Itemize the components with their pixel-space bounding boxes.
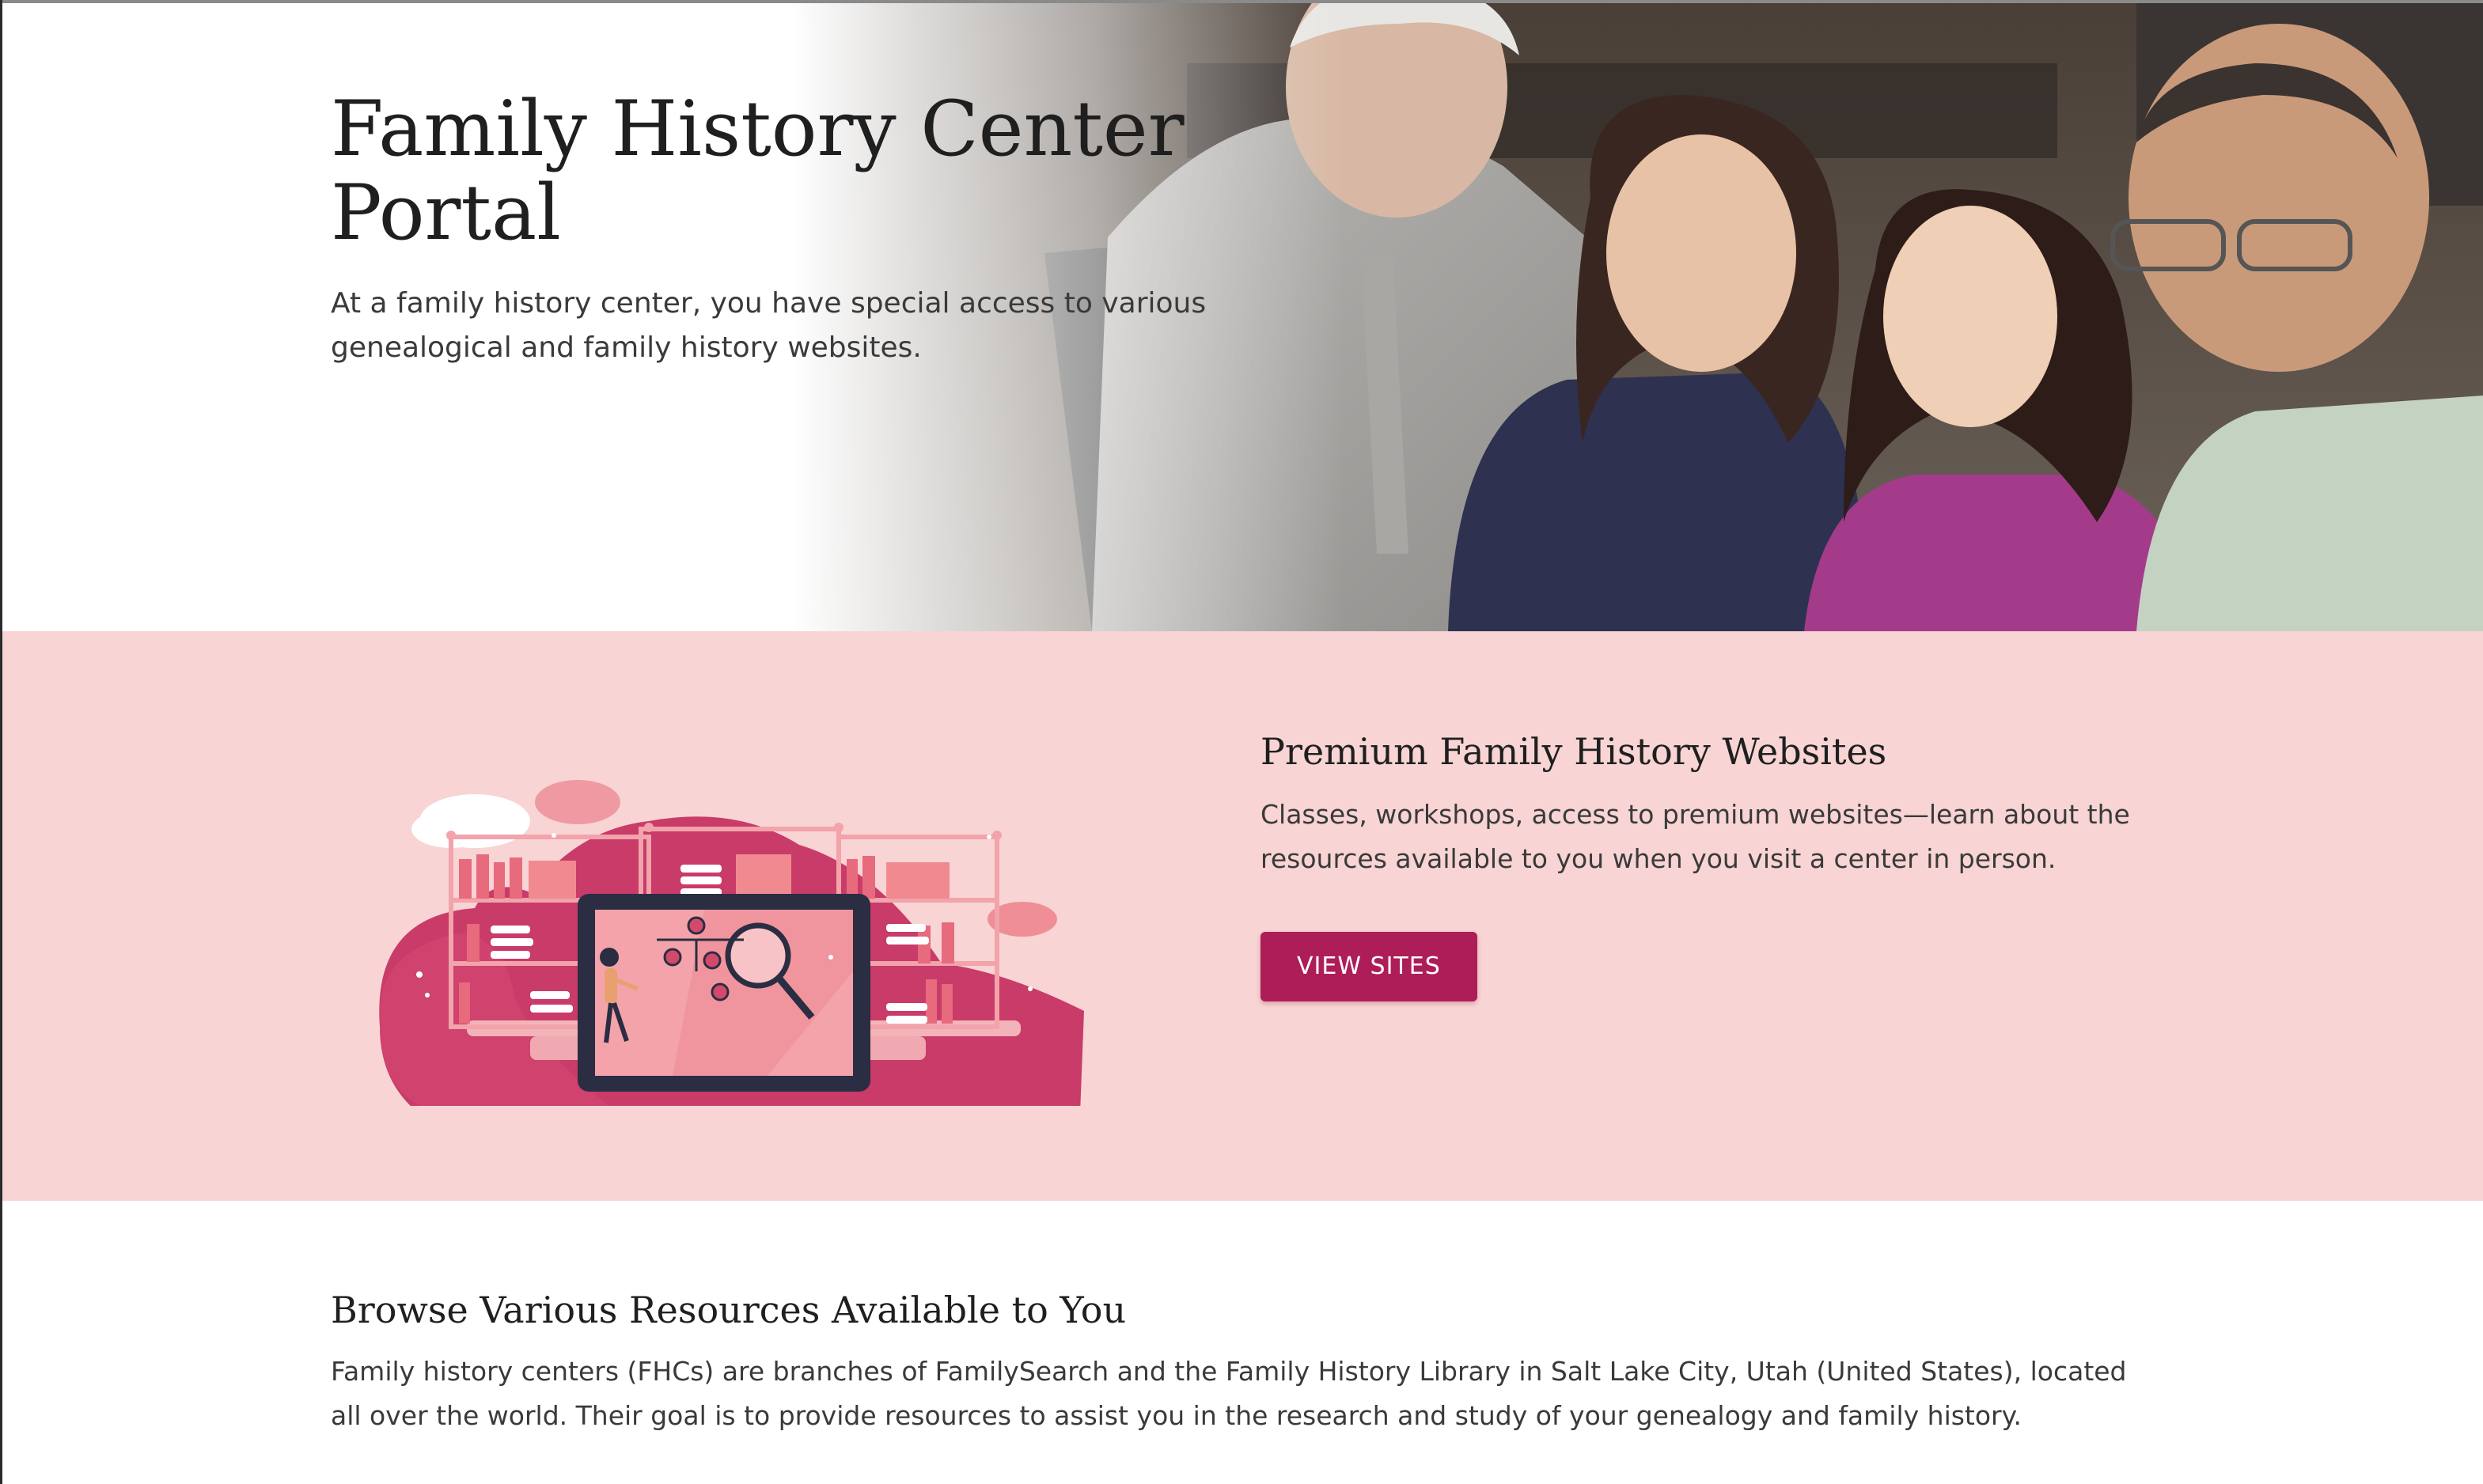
page-title: Family History Center Portal <box>331 87 1280 255</box>
view-sites-button[interactable]: VIEW SITES <box>1260 932 1477 1001</box>
premium-content: Premium Family History Websites Classes,… <box>1260 728 2131 1001</box>
window-edge <box>0 0 2 1484</box>
premium-title: Premium Family History Websites <box>1260 730 1887 773</box>
hero-text: Family History Center Portal At a family… <box>331 87 1280 370</box>
hero-subtitle: At a family history center, you have spe… <box>331 287 1207 364</box>
browse-description: Family history centers (FHCs) are branch… <box>331 1356 2127 1431</box>
page: Family History Center Portal At a family… <box>0 0 2483 1484</box>
premium-section: Premium Family History Websites Classes,… <box>0 631 2483 1201</box>
page-title-line-2: Portal <box>331 168 561 257</box>
page-title-line-1: Family History Center <box>331 85 1185 173</box>
browse-title: Browse Various Resources Available to Yo… <box>331 1289 1127 1331</box>
browse-section: Browse Various Resources Available to Yo… <box>331 1286 2151 1438</box>
hero-section: Family History Center Portal At a family… <box>0 0 2483 631</box>
library-illustration <box>372 710 1092 1114</box>
premium-description: Classes, workshops, access to premium we… <box>1260 799 2130 874</box>
